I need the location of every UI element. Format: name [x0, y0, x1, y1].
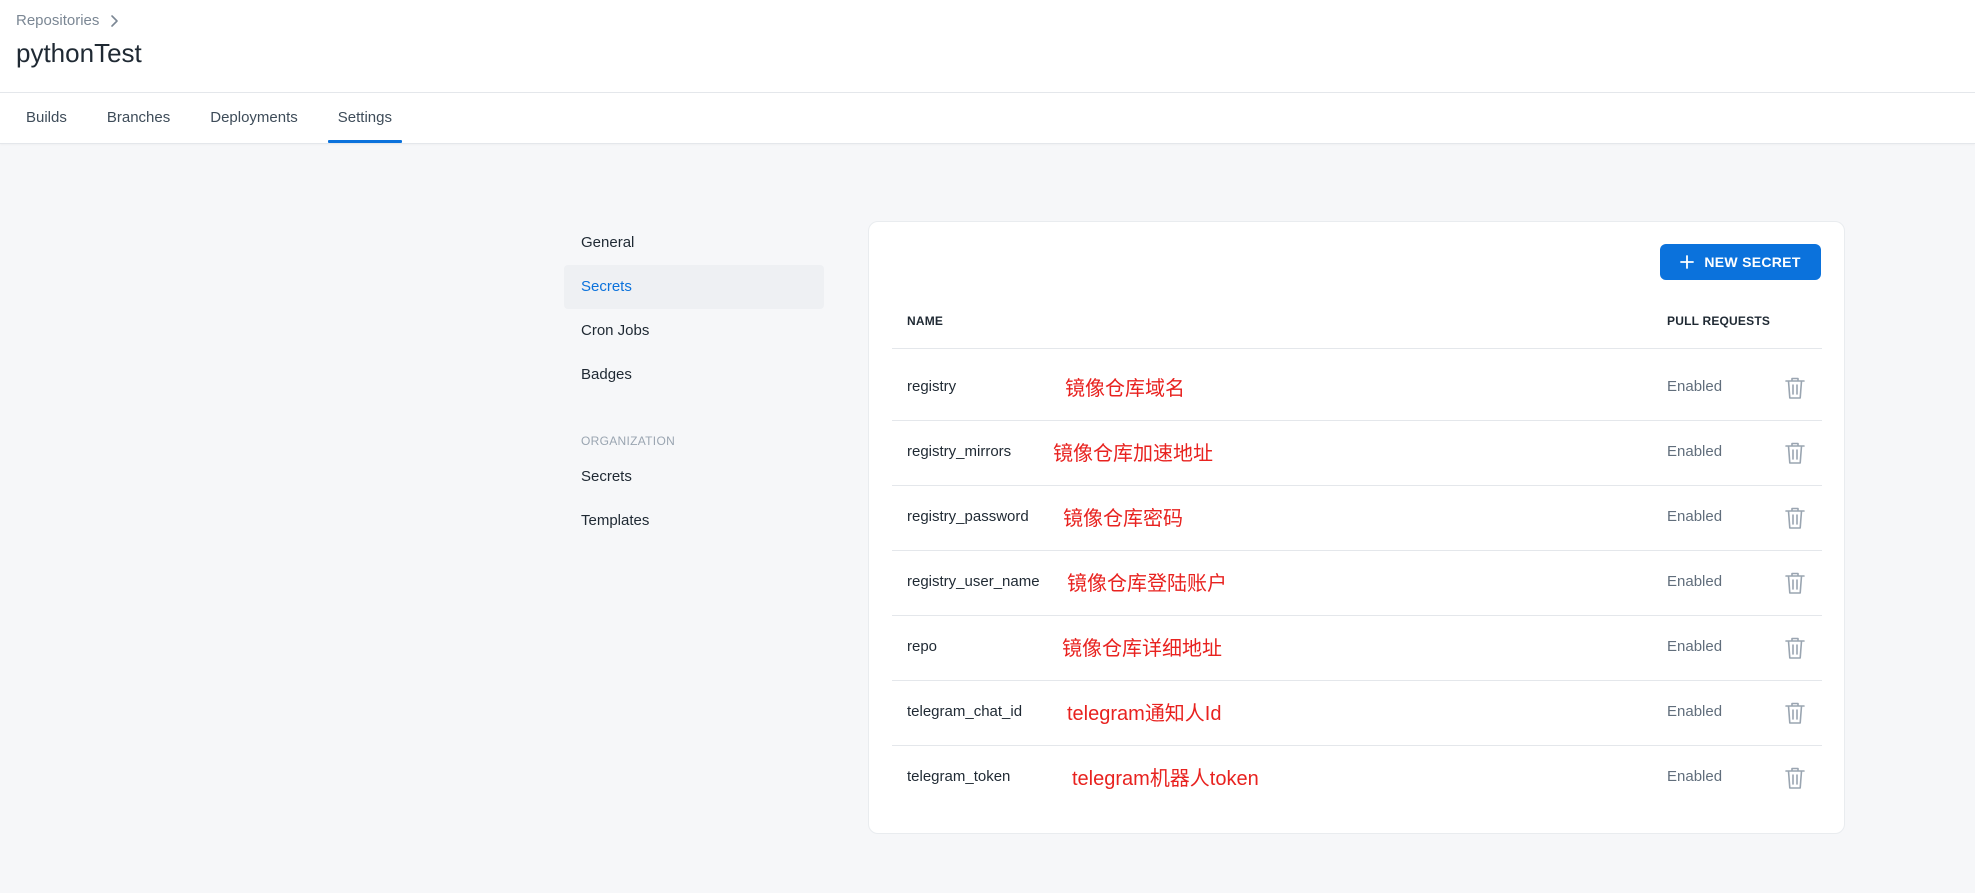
table-row[interactable]: repo 镜像仓库详细地址 Enabled [892, 616, 1822, 681]
secret-annotation: 镜像仓库加速地址 [1053, 443, 1213, 465]
sidebar-section-organization: ORGANIZATION [581, 434, 676, 448]
sidebar-item-secrets[interactable]: Secrets [564, 265, 824, 309]
new-secret-label: NEW SECRET [1704, 254, 1801, 270]
new-secret-button[interactable]: NEW SECRET [1660, 244, 1821, 280]
secret-name: repo [907, 638, 938, 655]
chevron-right-icon [111, 14, 119, 27]
secret-name: registry_mirrors [907, 443, 1012, 460]
secret-name: registry [907, 378, 957, 395]
trash-icon[interactable] [1783, 700, 1807, 726]
secret-annotation: 镜像仓库详细地址 [1062, 638, 1222, 660]
sidebar-item-org-secrets[interactable]: Secrets [564, 455, 824, 499]
plus-icon [1680, 255, 1695, 269]
secret-pull-requests-status: Enabled [1667, 768, 1723, 785]
page-header: Repositories pythonTest Builds Branches … [0, 0, 1975, 144]
trash-icon[interactable] [1783, 765, 1807, 791]
trash-icon[interactable] [1783, 505, 1807, 531]
breadcrumb-repositories-link[interactable]: Repositories [16, 12, 99, 29]
table-row[interactable]: telegram_chat_id telegram通知人Id Enabled [892, 681, 1822, 746]
secret-name: registry_user_name [907, 573, 1040, 590]
secret-name: telegram_chat_id [907, 703, 1023, 720]
table-row[interactable]: registry 镜像仓库域名 Enabled [892, 356, 1822, 421]
table-row[interactable]: telegram_token telegram机器人token Enabled [892, 746, 1822, 810]
sidebar-item-badges[interactable]: Badges [564, 353, 824, 397]
secrets-table-header: NAME PULL REQUESTS [892, 314, 1822, 349]
column-header-pull-requests: PULL REQUESTS [1667, 314, 1771, 328]
secret-pull-requests-status: Enabled [1667, 508, 1723, 525]
secret-annotation: telegram通知人Id [1067, 703, 1222, 725]
secret-annotation: 镜像仓库登陆账户 [1067, 573, 1227, 595]
secret-annotation: 镜像仓库域名 [1065, 378, 1185, 400]
secret-pull-requests-status: Enabled [1667, 703, 1723, 720]
trash-icon[interactable] [1783, 440, 1807, 466]
table-row[interactable]: registry_password 镜像仓库密码 Enabled [892, 486, 1822, 551]
tab-deployments[interactable]: Deployments [200, 93, 308, 143]
trash-icon[interactable] [1783, 570, 1807, 596]
settings-sidebar: General Secrets Cron Jobs Badges ORGANIZ… [564, 221, 824, 543]
breadcrumb: Repositories [16, 12, 121, 29]
repo-tabs: Builds Branches Deployments Settings [0, 93, 403, 143]
secret-pull-requests-status: Enabled [1667, 378, 1723, 395]
table-row[interactable]: registry_mirrors 镜像仓库加速地址 Enabled [892, 421, 1822, 486]
secret-annotation: 镜像仓库密码 [1063, 508, 1183, 530]
tab-builds[interactable]: Builds [16, 93, 77, 143]
column-header-name: NAME [907, 314, 944, 328]
secret-name: telegram_token [907, 768, 1011, 785]
secret-pull-requests-status: Enabled [1667, 573, 1723, 590]
table-row[interactable]: registry_user_name 镜像仓库登陆账户 Enabled [892, 551, 1822, 616]
tab-branches[interactable]: Branches [97, 93, 180, 143]
sidebar-item-general[interactable]: General [564, 221, 824, 265]
sidebar-item-cron-jobs[interactable]: Cron Jobs [564, 309, 824, 353]
secrets-card: NEW SECRET NAME PULL REQUESTS registry 镜… [868, 221, 1845, 834]
trash-icon[interactable] [1783, 375, 1807, 401]
trash-icon[interactable] [1783, 635, 1807, 661]
secret-pull-requests-status: Enabled [1667, 638, 1723, 655]
sidebar-item-org-templates[interactable]: Templates [564, 499, 824, 543]
secret-pull-requests-status: Enabled [1667, 443, 1723, 460]
secret-annotation: telegram机器人token [1072, 768, 1259, 790]
page-title: pythonTest [16, 38, 142, 68]
secrets-table-body: registry 镜像仓库域名 Enabled registry_mirrors… [892, 356, 1822, 810]
tab-settings[interactable]: Settings [327, 93, 403, 143]
secret-name: registry_password [907, 508, 1029, 525]
